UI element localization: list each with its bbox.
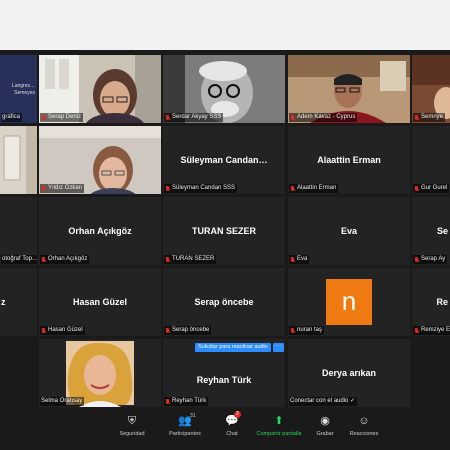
gallery-view: Langres… Semeyes gráfica Serap Deniz Ser… [0,50,450,410]
share-screen-label: Compartir pantalla [256,431,302,437]
mic-muted-icon [414,185,419,192]
participant-name: Reyhan Türk [196,374,252,385]
participant-name: Derya arıkan [321,368,377,378]
mic-muted-icon [41,327,46,334]
participant-name: Orhan Açıkgöz [68,226,132,236]
participant-video [0,126,37,194]
more-options-button[interactable]: ··· [273,343,284,352]
mic-muted-icon [41,185,46,192]
participant-name: Se [436,226,448,236]
mic-muted-icon [165,185,170,192]
participant-name-label: Alaattin Erman [289,184,339,193]
request-unmute-button[interactable]: Solicitar para reactivar audio [195,343,271,352]
participant-name-label: gráfica [1,113,23,122]
mic-muted-icon [290,327,295,334]
record-button[interactable]: ◉ Grabar [310,414,340,437]
chat-label: Chat [226,431,238,437]
participant-name-label: TURAN SEZER [164,255,217,264]
chat-unread-badge: 2 [234,411,241,418]
participant-tile[interactable]: Serap öncebe Serap öncebe [163,268,285,336]
top-bar [0,0,450,50]
security-button[interactable]: ⛨ Seguridad [112,414,152,437]
participants-icon: 👥 [178,415,192,427]
participant-name-label: Eva [289,255,310,264]
participant-tile[interactable] [0,126,37,194]
participant-name: Re [436,297,448,307]
record-label: Grabar [316,431,334,437]
participant-tile[interactable]: Se Serap Ay [412,197,450,265]
mic-muted-icon [414,256,419,263]
participants-count: 31 [190,413,196,419]
mic-muted-icon [414,114,419,121]
reactions-button[interactable]: ☺ Reacciones [344,414,384,437]
mic-muted-icon [290,114,295,121]
mic-muted-icon [165,114,170,121]
participant-name-label: Orhan Açıkgöz [40,255,90,264]
participant-tile[interactable]: Selma Oransay [39,339,161,407]
participant-name: TURAN SEZER [191,226,256,236]
participant-name-label: Hasan Güzel [40,326,85,335]
participant-tile[interactable]: Serap Deniz [39,55,161,123]
participant-tile[interactable]: TURAN SEZER TURAN SEZER [163,197,285,265]
participant-tile[interactable]: Serdar Akyay SSS [163,55,285,123]
chat-icon: 💬 [225,415,239,427]
participant-name-label: Süleyman Candan SSS [164,184,238,193]
participant-name: Süleyman Candan… [180,155,268,165]
participant-name: Serap öncebe [194,297,254,307]
participant-tile[interactable]: Semriye [412,55,450,123]
mic-muted-icon [290,256,295,263]
connect-audio-label: Conectar con el audio ✓ [289,397,358,406]
record-icon: ◉ [320,415,330,427]
participant-tile[interactable]: Süleyman Candan… Süleyman Candan SSS [163,126,285,194]
participant-tile[interactable]: z [0,268,37,336]
meeting-toolbar: ⛨ Seguridad 👥 Participantes 31 💬 Chat 2 … [0,410,450,450]
participant-tile[interactable]: Langres… Semeyes gráfica [0,55,37,123]
participant-tile[interactable]: Orhan Açıkgöz Orhan Açıkgöz [39,197,161,265]
participant-name-label: Gur Gurel [413,184,450,193]
participants-button[interactable]: 👥 Participantes [161,414,209,437]
mic-muted-icon [165,398,170,405]
mic-muted-icon [41,114,46,121]
security-label: Seguridad [119,431,145,437]
participant-name-label: Adem Kavaz - Cyprus [289,113,358,122]
mic-muted-icon [41,256,46,263]
participant-name-label: Reyhan Türk [164,397,209,406]
participant-name-label: Remziye E [413,326,450,335]
participant-tile[interactable]: Yıldız Özkan [39,126,161,194]
participant-tile[interactable]: Gur Gurel [412,126,450,194]
participant-avatar-logo: n [326,279,372,325]
participant-tile[interactable]: Hasan Güzel Hasan Güzel [39,268,161,336]
reactions-label: Reacciones [349,431,379,437]
participant-tile[interactable]: Adem Kavaz - Cyprus [288,55,410,123]
mic-muted-icon [165,256,170,263]
participant-name-label: Yıldız Özkan [40,184,85,193]
smiley-icon: ☺ [358,415,370,427]
participant-tile[interactable]: Eva Eva [288,197,410,265]
participant-name: Eva [340,226,357,236]
participant-name-label: Serdar Akyay SSS [164,113,224,122]
chat-button[interactable]: 💬 Chat [215,414,249,437]
participant-name: z [1,297,6,307]
participant-name-label: Serap Deniz [40,113,84,122]
participant-tile[interactable]: otoğraf Top… [0,197,37,265]
participant-name: Hasan Güzel [72,297,128,307]
participant-name-label: nuran taş [289,326,325,335]
participant-tile[interactable]: Alaattin Erman Alaattin Erman [288,126,410,194]
participant-tile[interactable]: Re Remziye E [412,268,450,336]
mic-muted-icon [290,185,295,192]
participant-name-label: Serap öncebe [164,326,212,335]
participant-name: Alaattin Erman [317,155,381,165]
participant-name-label: Semriye [413,113,446,122]
participant-name-label: Serap Ay [413,255,448,264]
shield-icon: ⛨ [127,415,137,427]
share-screen-button[interactable]: ⬆ Compartir pantalla [252,414,306,437]
participant-name-label: Selma Oransay [40,397,85,406]
participants-label: Participantes [169,431,201,437]
share-screen-icon: ⬆ [274,415,284,427]
mic-muted-icon [414,327,419,334]
mic-muted-icon [165,327,170,334]
shared-slide-text: Langres… Semeyes [11,83,35,96]
participant-tile[interactable]: Derya arıkan Conectar con el audio ✓ [288,339,410,407]
participant-name-label: otoğraf Top… [1,255,37,264]
